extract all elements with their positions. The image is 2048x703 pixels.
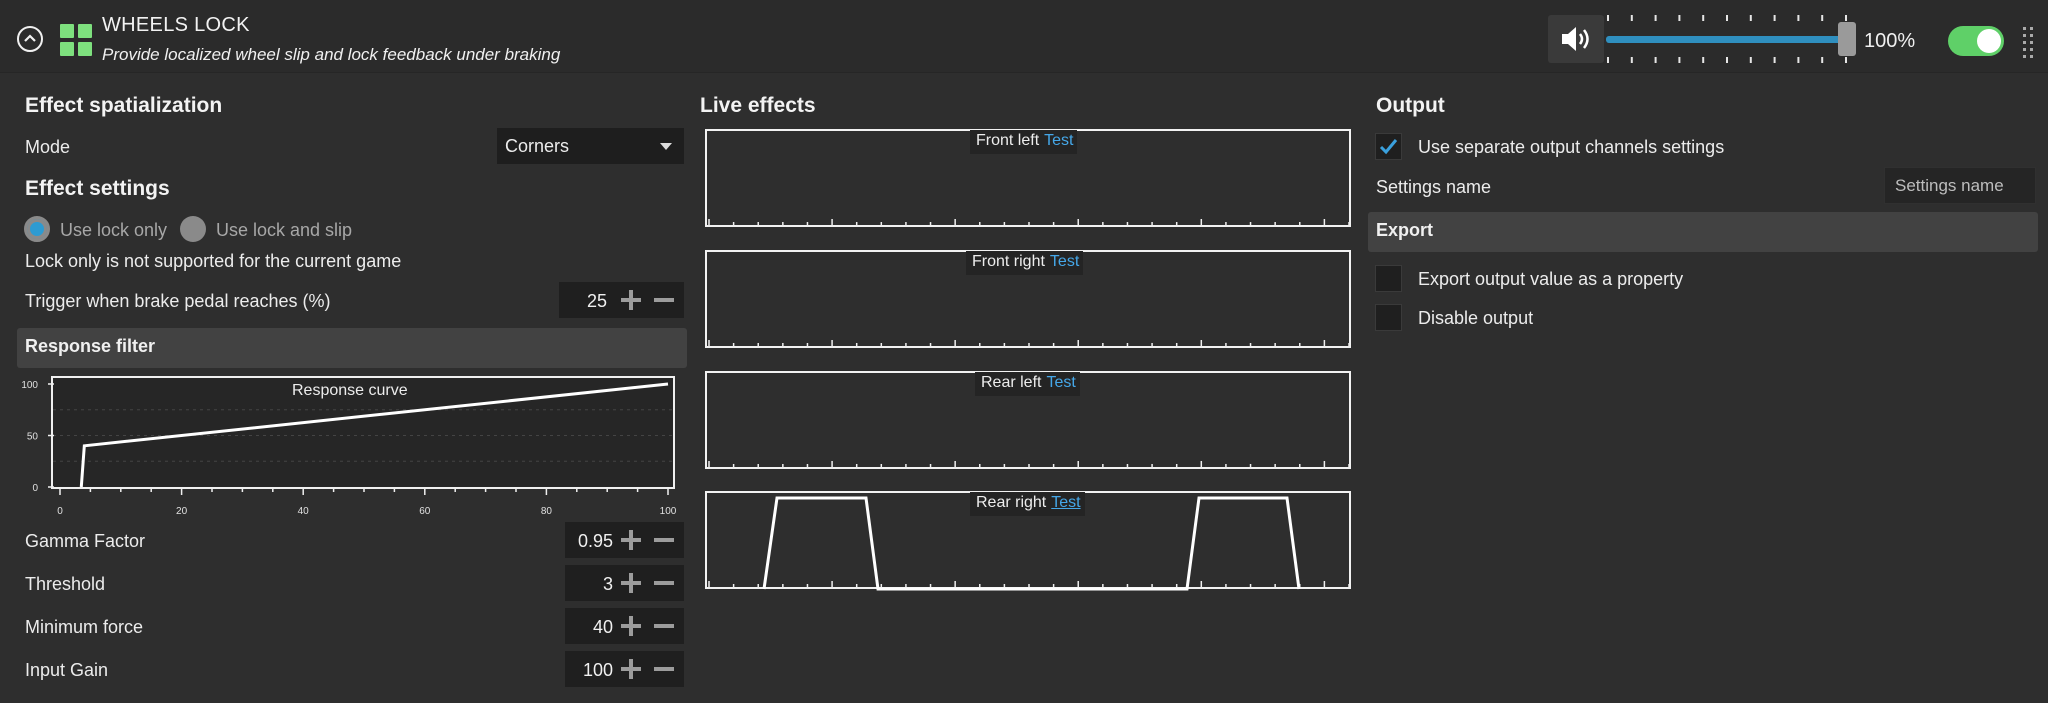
radio-lock-only-label: Use lock only — [60, 220, 168, 240]
checkmark-icon — [1379, 139, 1398, 155]
response-filter-title: Response filter — [25, 336, 156, 356]
module-title: WHEELS LOCK — [102, 14, 250, 36]
input-gain-label: Input Gain — [25, 660, 109, 680]
volume-slider-fill — [1606, 36, 1842, 43]
mode-label: Mode — [25, 137, 71, 157]
caret-down-icon — [660, 143, 672, 150]
module-description: Provide localized wheel slip and lock fe… — [102, 45, 561, 64]
minimum-force-value: 40 — [592, 617, 613, 637]
plus-icon[interactable] — [621, 616, 641, 636]
gamma-factor-value: 0.95 — [577, 531, 613, 551]
volume-icon[interactable] — [1548, 15, 1604, 63]
minus-icon[interactable] — [654, 290, 674, 310]
curve-x-tick-label: 100 — [660, 506, 677, 517]
mode-dropdown[interactable]: Corners — [497, 128, 684, 164]
disable-output-checkbox[interactable] — [1375, 304, 1402, 331]
plus-icon[interactable] — [621, 573, 641, 593]
separate-channels-label: Use separate output channels settings — [1418, 137, 1725, 157]
front-left-name: Front left — [976, 132, 1040, 149]
plus-icon[interactable] — [621, 659, 641, 679]
effect-spatialization-title: Effect spatialization — [25, 94, 223, 117]
minus-icon[interactable] — [654, 616, 674, 636]
export-header[interactable]: Export — [1368, 212, 2038, 252]
front-right-test-link[interactable]: Test — [1050, 253, 1079, 270]
rear-right-name: Rear right — [976, 494, 1047, 511]
gamma-factor-label: Gamma Factor — [25, 531, 146, 551]
front-left-label: Front left Test — [970, 130, 1078, 154]
volume-value: 100% — [1864, 30, 1916, 52]
threshold-value: 3 — [602, 574, 613, 594]
gamma-factor-stepper[interactable]: 0.95 — [565, 522, 684, 558]
input-gain-stepper[interactable]: 100 — [565, 651, 684, 687]
curve-x-tick-label: 0 — [57, 506, 63, 517]
settings-name-label: Settings name — [1376, 177, 1492, 197]
front-right-name: Front right — [972, 253, 1045, 270]
curve-y-tick-label: 50 — [27, 432, 39, 443]
effect-settings-title: Effect settings — [25, 177, 170, 200]
minus-icon[interactable] — [654, 530, 674, 550]
trigger-value: 25 — [586, 291, 607, 311]
volume-slider-thumb[interactable] — [1838, 22, 1856, 56]
curve-x-tick-label: 40 — [298, 506, 310, 517]
response-curve-y-ticks: 0 50 100 — [21, 380, 54, 494]
curve-x-tick-label: 60 — [419, 506, 431, 517]
response-filter-header[interactable]: Response filter — [17, 328, 687, 368]
live-effects-title: Live effects — [700, 94, 816, 117]
response-curve-title: Response curve — [286, 380, 412, 404]
radio-lock-only[interactable] — [24, 216, 50, 242]
threshold-label: Threshold — [25, 574, 106, 594]
collapse-icon[interactable] — [17, 26, 43, 52]
plus-icon[interactable] — [621, 530, 641, 550]
grid-module-icon — [60, 24, 92, 56]
rear-right-label: Rear right Test — [970, 492, 1085, 516]
export-title: Export — [1376, 220, 1434, 240]
separate-channels-checkbox[interactable] — [1375, 133, 1402, 160]
minus-icon[interactable] — [654, 659, 674, 679]
rear-left-label: Rear left Test — [975, 372, 1080, 396]
rear-left-name: Rear left — [981, 374, 1042, 391]
export-property-label: Export output value as a property — [1418, 269, 1684, 289]
export-property-checkbox[interactable] — [1375, 265, 1402, 292]
curve-y-tick-label: 100 — [21, 380, 38, 391]
trigger-stepper[interactable]: 25 — [559, 282, 684, 318]
radio-lock-and-slip-label: Use lock and slip — [216, 220, 353, 240]
radio-lock-and-slip[interactable] — [180, 216, 206, 242]
input-gain-value: 100 — [582, 660, 613, 680]
front-left-test-link[interactable]: Test — [1044, 132, 1073, 149]
response-curve-x-ticks: 0 20 40 60 80 100 — [57, 488, 677, 517]
plus-icon[interactable] — [621, 290, 641, 310]
rear-right-test-link[interactable]: Test — [1051, 494, 1080, 511]
minimum-force-label: Minimum force — [25, 617, 144, 637]
effect-enable-toggle[interactable] — [1948, 26, 2004, 56]
minus-icon[interactable] — [654, 573, 674, 593]
disable-output-label: Disable output — [1418, 308, 1534, 328]
mode-dropdown-value: Corners — [505, 136, 570, 156]
trigger-label: Trigger when brake pedal reaches (%) — [25, 291, 331, 311]
threshold-stepper[interactable]: 3 — [565, 565, 684, 601]
drag-handle-icon[interactable] — [2023, 27, 2037, 58]
output-title: Output — [1376, 94, 1445, 117]
settings-name-input[interactable] — [1884, 167, 2036, 204]
rear-left-test-link[interactable]: Test — [1046, 374, 1075, 391]
lock-not-supported-note: Lock only is not supported for the curre… — [25, 251, 402, 271]
front-right-label: Front right Test — [966, 251, 1084, 275]
minimum-force-stepper[interactable]: 40 — [565, 608, 684, 644]
curve-x-tick-label: 80 — [541, 506, 553, 517]
curve-y-tick-label: 0 — [32, 483, 38, 494]
curve-x-tick-label: 20 — [176, 506, 188, 517]
